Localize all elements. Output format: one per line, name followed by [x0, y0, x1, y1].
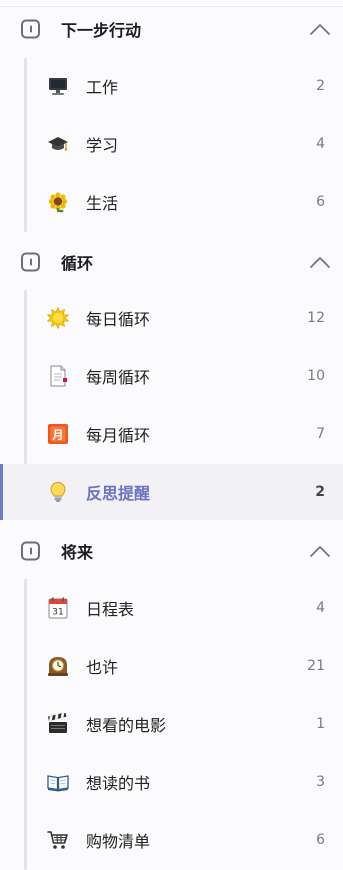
list-item-schedule[interactable]: 31 日程表 4 [0, 580, 343, 636]
group-title: 将来 [61, 543, 94, 562]
item-label: 每周循环 [86, 368, 151, 387]
list-item-monthly-cycle[interactable]: 月 每月循环 7 [0, 406, 343, 462]
collapse-toggle-icon[interactable] [21, 19, 40, 39]
item-count: 1 [316, 716, 325, 732]
item-count: 6 [316, 194, 325, 210]
item-count: 7 [316, 426, 325, 442]
list-item-maybe[interactable]: 也许 21 [0, 638, 343, 694]
collapse-toggle-icon[interactable] [21, 541, 40, 561]
group-header-cycle[interactable]: 循环 [0, 240, 343, 284]
chevron-up-icon[interactable] [309, 545, 331, 557]
item-count: 4 [316, 600, 325, 616]
item-count: 21 [307, 658, 325, 674]
item-label: 学习 [86, 136, 119, 155]
item-label: 每月循环 [86, 426, 151, 445]
item-label: 想读的书 [86, 774, 151, 793]
list-item-shopping-list[interactable]: 购物清单 6 [0, 812, 343, 868]
list-item-life[interactable]: 生活 6 [0, 174, 343, 230]
list-item-weekly-cycle[interactable]: 每周循环 10 [0, 348, 343, 404]
item-count: 2 [315, 484, 325, 500]
light-bulb-icon [47, 481, 69, 503]
sunflower-icon [47, 191, 69, 213]
document-icon [47, 365, 69, 387]
group-header-future[interactable]: 将来 [0, 529, 343, 573]
list-item-daily-cycle[interactable]: 每日循环 12 [0, 290, 343, 346]
calendar-month-icon: 月 [47, 423, 69, 445]
list-item-study[interactable]: 学习 4 [0, 116, 343, 172]
shopping-cart-icon [47, 829, 69, 851]
group-title: 循环 [61, 254, 94, 273]
mantel-clock-icon [47, 655, 69, 677]
item-label: 购物清单 [86, 832, 151, 851]
item-label: 工作 [86, 78, 119, 97]
item-count: 6 [316, 832, 325, 848]
calendar-icon: 31 [47, 597, 69, 619]
clapper-board-icon [47, 713, 69, 735]
calendar-month-text: 月 [52, 429, 64, 442]
item-count: 2 [316, 78, 325, 94]
active-indicator [0, 464, 3, 520]
item-label: 每日循环 [86, 310, 151, 329]
open-book-icon [47, 771, 69, 793]
sun-icon [47, 307, 69, 329]
collapse-toggle-icon[interactable] [21, 252, 40, 272]
list-item-movies-to-watch[interactable]: 想看的电影 1 [0, 696, 343, 752]
list-item-work[interactable]: 工作 2 [0, 58, 343, 114]
item-label: 想看的电影 [86, 716, 167, 735]
item-count: 10 [307, 368, 325, 384]
item-label: 日程表 [86, 600, 135, 619]
chevron-up-icon[interactable] [309, 256, 331, 268]
item-label: 也许 [86, 658, 119, 677]
item-label: 生活 [86, 194, 119, 213]
chevron-up-icon[interactable] [309, 23, 331, 35]
group-title: 下一步行动 [61, 21, 142, 40]
item-count: 3 [316, 774, 325, 790]
list-item-books-to-read[interactable]: 想读的书 3 [0, 754, 343, 810]
group-header-next-actions[interactable]: 下一步行动 [0, 7, 343, 51]
item-count: 4 [316, 136, 325, 152]
item-count: 12 [307, 310, 325, 326]
list-item-reflection-reminder[interactable]: 反思提醒 2 [0, 464, 343, 520]
computer-icon [47, 75, 69, 97]
item-label: 反思提醒 [86, 484, 151, 503]
graduation-cap-icon [47, 133, 69, 155]
calendar-date-text: 31 [52, 608, 63, 618]
